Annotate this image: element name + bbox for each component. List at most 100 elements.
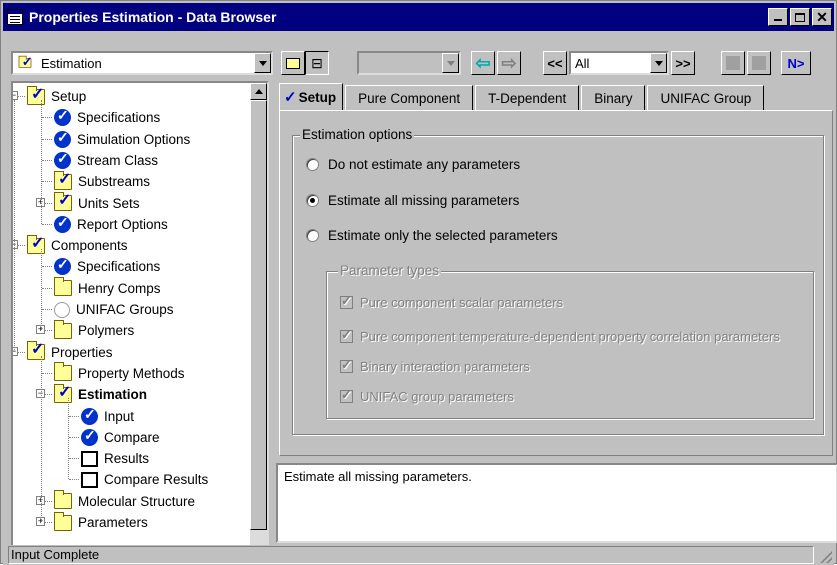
filter-combo[interactable]: All xyxy=(569,51,669,75)
tree-item[interactable]: Specifications xyxy=(54,256,160,277)
scroll-thumb[interactable] xyxy=(250,100,267,530)
app-window: Properties Estimation - Data Browser ✕ E… xyxy=(0,0,837,565)
tree-item[interactable]: UNIFAC Groups xyxy=(54,299,174,320)
up-folder-icon xyxy=(286,57,300,69)
folder-check-icon xyxy=(18,54,33,70)
tree-item-label: Input xyxy=(104,408,135,424)
previous-button[interactable]: ⇦ xyxy=(471,51,495,75)
tree-connector xyxy=(42,223,52,225)
tree-view-icon: ⊟ xyxy=(311,54,323,71)
empty-circle-icon xyxy=(54,301,70,318)
empty-box-icon xyxy=(81,471,98,488)
next-in-list-button[interactable]: >> xyxy=(671,51,695,75)
previous-in-list-button[interactable]: << xyxy=(543,51,567,75)
next-nav-label: >> xyxy=(675,55,691,71)
tree-item[interactable]: Property Methods xyxy=(54,362,185,384)
tree-item-label: Stream Class xyxy=(77,152,159,168)
maximize-icon xyxy=(795,12,805,22)
tree-view-button[interactable]: ⊟ xyxy=(305,51,329,75)
tree-item-label: Compare xyxy=(104,429,160,445)
tree-item[interactable]: Input xyxy=(81,406,134,427)
location-combo[interactable]: Estimation xyxy=(11,51,273,75)
tree-item[interactable]: Parameters xyxy=(54,511,148,533)
print-icon xyxy=(752,56,766,70)
maximize-button[interactable] xyxy=(790,8,810,26)
tree-scrollbar[interactable] xyxy=(250,83,267,562)
checkbox xyxy=(340,357,353,373)
window-icon[interactable] xyxy=(7,9,23,25)
option-estimate-selected[interactable]: Estimate only the selected parameters xyxy=(306,228,558,243)
toolbar: Estimation ⊟ ⇦ ⇨ << All >> xyxy=(3,33,834,83)
option-label: Estimate only the selected parameters xyxy=(328,228,558,243)
checkbox xyxy=(340,293,353,309)
collapse-icon[interactable]: − xyxy=(13,91,18,100)
option-label: Do not estimate any parameters xyxy=(328,157,521,172)
tab-label: Setup xyxy=(298,89,337,105)
navigation-tree[interactable]: Setup − Specifications Simulation Options St… xyxy=(11,81,269,564)
option-no-estimate[interactable]: Do not estimate any parameters xyxy=(306,157,520,172)
tree-item[interactable]: Henry Comps xyxy=(54,277,161,299)
tree-item[interactable]: Report Options xyxy=(54,214,168,235)
form-dropdown-button[interactable] xyxy=(442,53,459,73)
check-icon: ✓ xyxy=(284,89,297,106)
tree-item[interactable]: Setup xyxy=(27,84,86,107)
param-label: UNIFAC group parameters xyxy=(360,389,514,404)
chevron-up-icon xyxy=(254,89,263,94)
tree-item[interactable]: Units Sets xyxy=(54,190,140,214)
tree-item[interactable]: Specifications xyxy=(54,107,160,128)
param-pure-temp-dependent: Pure component temperature-dependent pro… xyxy=(340,327,780,344)
folder-icon xyxy=(54,319,72,339)
title-bar[interactable]: Properties Estimation - Data Browser ✕ xyxy=(3,3,834,31)
status-text: Input Complete xyxy=(8,546,814,564)
print-button[interactable] xyxy=(747,51,771,75)
empty-box-icon xyxy=(81,450,98,467)
tree-connector xyxy=(41,249,42,331)
scroll-up-button[interactable] xyxy=(250,83,267,100)
tree-item[interactable]: Molecular Structure xyxy=(54,490,195,512)
radio-button[interactable] xyxy=(306,229,319,242)
next-button[interactable]: ⇨ xyxy=(497,51,521,75)
check-circle-icon xyxy=(54,107,71,127)
location-dropdown-button[interactable] xyxy=(254,53,271,73)
tree-item-label: Simulation Options xyxy=(77,131,191,147)
tab-setup[interactable]: ✓ Setup xyxy=(279,83,344,111)
option-estimate-all[interactable]: Estimate all missing parameters xyxy=(306,193,519,208)
param-pure-scalar: Pure component scalar parameters xyxy=(340,293,563,310)
tab-pure-component[interactable]: Pure Component xyxy=(345,85,474,111)
form-combo[interactable] xyxy=(357,51,461,75)
next-step-button[interactable]: N> xyxy=(781,51,811,75)
up-folder-button[interactable] xyxy=(281,51,305,75)
blank-form-button[interactable] xyxy=(721,51,745,75)
tree-item[interactable]: Simulation Options xyxy=(54,129,190,150)
checkbox xyxy=(340,387,353,403)
close-icon: ✕ xyxy=(816,9,828,25)
tab-unifac-group[interactable]: UNIFAC Group xyxy=(647,85,765,111)
tree-item[interactable]: Results xyxy=(81,448,149,469)
tree-item[interactable]: Polymers xyxy=(54,319,134,341)
radio-button[interactable] xyxy=(306,158,319,171)
tree-item[interactable]: Properties xyxy=(27,339,113,363)
filter-dropdown-button[interactable] xyxy=(650,53,667,73)
tree-item[interactable]: Components xyxy=(27,233,128,256)
minimize-button[interactable] xyxy=(768,8,788,26)
tree-item-label: Property Methods xyxy=(78,365,185,381)
tab-t-dependent[interactable]: T-Dependent xyxy=(475,85,580,111)
tab-binary[interactable]: Binary xyxy=(581,85,646,111)
group-label: Estimation options xyxy=(300,127,415,142)
param-label: Pure component temperature-dependent pro… xyxy=(360,329,780,344)
check-circle-icon xyxy=(54,150,71,169)
tree-connector xyxy=(68,398,69,480)
tree-connector xyxy=(41,100,42,224)
tree-item-label: Estimation xyxy=(78,387,148,403)
close-button[interactable]: ✕ xyxy=(812,8,832,26)
tree-item[interactable]: Compare xyxy=(81,427,160,448)
tree-item-label: Parameters xyxy=(78,515,148,530)
tree-item[interactable]: Compare Results xyxy=(81,469,208,490)
folder-check-icon xyxy=(54,169,72,190)
radio-button[interactable] xyxy=(306,194,319,207)
resize-grip-icon[interactable] xyxy=(820,551,832,563)
minimize-icon xyxy=(774,19,782,21)
tab-strip: ✓ Setup Pure Component T-Dependent Binar… xyxy=(279,83,766,111)
folder-check-icon xyxy=(54,382,72,403)
check-circle-icon xyxy=(81,427,98,446)
